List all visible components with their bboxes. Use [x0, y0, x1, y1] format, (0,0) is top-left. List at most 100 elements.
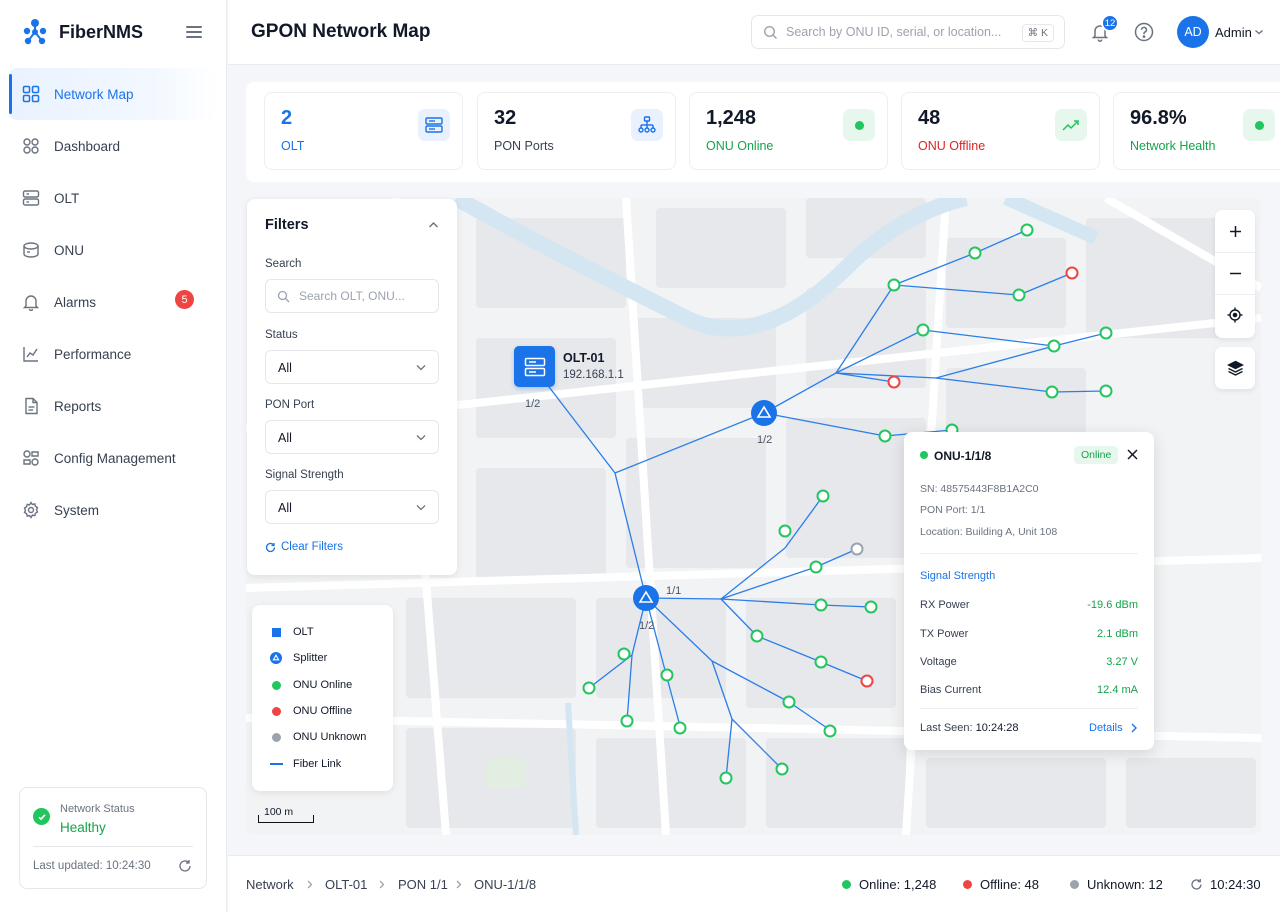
refresh-icon — [1191, 879, 1202, 890]
sidebar-item-performance[interactable]: Performance — [9, 328, 217, 380]
offline-dot-icon — [963, 880, 972, 889]
sidebar-item-system[interactable]: System — [9, 484, 217, 536]
stat-value: 1,248 — [706, 107, 757, 129]
refresh-icon[interactable] — [178, 859, 192, 873]
unknown-count-text: Unknown: 12 — [1087, 877, 1163, 892]
avatar[interactable]: AD — [1177, 16, 1209, 48]
sidebar-item-onu[interactable]: ONU — [9, 224, 217, 276]
gear-icon — [21, 500, 41, 520]
sidebar-item-label: Network Map — [54, 86, 134, 102]
chevron-down-icon — [416, 435, 426, 441]
sidebar-item-label: Config Management — [54, 450, 176, 466]
onu-detail-popup: ONU-1/1/8 Online SN: 48575443F8B1A2C0 PO… — [904, 432, 1154, 750]
search-icon — [277, 290, 290, 303]
status-dot-icon — [1243, 109, 1275, 141]
stat-card-onu-online[interactable]: 1,248 ONU Online — [689, 92, 888, 170]
network-status-value: Healthy — [60, 820, 106, 835]
stat-card-olt[interactable]: 2 OLT — [264, 92, 463, 170]
sidebar-item-dashboard[interactable]: Dashboard — [9, 120, 217, 172]
stat-label: ONU Offline — [918, 139, 986, 153]
minus-icon — [1229, 272, 1241, 274]
chevron-down-icon — [416, 365, 426, 371]
signal-strength-select[interactable]: All — [265, 490, 439, 524]
menu-toggle-icon[interactable] — [186, 26, 202, 38]
tx-power-label: TX Power — [920, 628, 969, 640]
olt-marker[interactable] — [514, 346, 555, 387]
sidebar-item-reports[interactable]: Reports — [9, 380, 217, 432]
unknown-dot-icon — [1070, 880, 1079, 889]
global-search[interactable]: ⌘ K — [751, 15, 1065, 49]
stat-card-pon-ports[interactable]: 32 PON Ports — [477, 92, 676, 170]
sidebar-nav: Network Map Dashboard OLT ONU Alarms 5 P… — [9, 68, 217, 536]
legend-item-onu-unknown: ONU Unknown — [269, 729, 366, 745]
last-updated: Last updated: 10:24:30 — [33, 860, 151, 872]
chevron-right-icon — [456, 880, 462, 889]
sidebar-item-label: Performance — [54, 346, 132, 362]
sidebar: FiberNMS Network Map Dashboard OLT ONU A… — [0, 0, 227, 912]
filter-search-field[interactable] — [265, 279, 439, 313]
refresh-time-text: 10:24:30 — [1210, 877, 1261, 892]
status-select[interactable]: All — [265, 350, 439, 384]
brand[interactable]: FiberNMS — [22, 18, 143, 46]
divider — [920, 553, 1138, 554]
stat-card-network-health[interactable]: 96.8% Network Health — [1113, 92, 1280, 170]
footer-online-count: Online: 1,248 — [842, 877, 936, 892]
sidebar-item-olt[interactable]: OLT — [9, 172, 217, 224]
bias-current-label: Bias Current — [920, 684, 982, 696]
config-icon — [21, 448, 41, 468]
filter-search-input[interactable] — [299, 280, 435, 312]
user-name[interactable]: Admin — [1215, 25, 1252, 40]
page-title: GPON Network Map — [251, 21, 431, 42]
clear-filters-button[interactable]: Clear Filters — [265, 541, 343, 553]
legend-label: ONU Offline — [293, 705, 353, 717]
sidebar-item-label: Reports — [54, 398, 102, 414]
stats-row: 2 OLT 32 PON Ports 1,248 ONU Online 48 O… — [246, 82, 1280, 182]
stat-label: ONU Online — [706, 139, 774, 153]
legend-item-olt: OLT — [269, 624, 314, 640]
layers-button[interactable] — [1215, 347, 1255, 389]
fiber-link — [545, 382, 616, 474]
details-link[interactable]: Details — [1089, 722, 1137, 734]
offline-dot-icon — [269, 704, 283, 718]
server-icon — [418, 109, 450, 141]
top-header: GPON Network Map ⌘ K 12 AD Admin — [228, 0, 1280, 65]
map-controls — [1215, 210, 1255, 338]
sidebar-item-alarms[interactable]: Alarms 5 — [9, 276, 217, 328]
breadcrumb-olt[interactable]: OLT-01 — [325, 877, 367, 892]
olt-port-label: 1/2 — [525, 398, 541, 410]
breadcrumb-pon[interactable]: PON 1/1 — [398, 877, 448, 892]
fiber-link — [614, 472, 647, 599]
network-map-icon — [21, 84, 41, 104]
onu-pon-port: PON Port: 1/1 — [920, 504, 986, 516]
search-input[interactable] — [786, 16, 1022, 48]
sidebar-item-config-management[interactable]: Config Management — [9, 432, 217, 484]
legend-label: Fiber Link — [293, 758, 342, 770]
last-seen-label: Last Seen: — [920, 722, 973, 734]
offline-count-text: Offline: 48 — [980, 877, 1040, 892]
sidebar-item-label: ONU — [54, 242, 84, 258]
status-select-value: All — [278, 361, 292, 375]
chevron-down-icon[interactable] — [1254, 28, 1264, 36]
breadcrumb-network[interactable]: Network — [246, 877, 294, 892]
footer-unknown-count: Unknown: 12 — [1070, 877, 1163, 892]
alarms-badge: 5 — [175, 290, 194, 309]
stat-label: OLT — [281, 139, 305, 153]
tx-power-value: 2.1 dBm — [1097, 628, 1138, 640]
sidebar-item-network-map[interactable]: Network Map — [9, 68, 217, 120]
onu-location: Location: Building A, Unit 108 — [920, 526, 1058, 538]
legend-label: OLT — [293, 626, 314, 638]
chevron-up-icon[interactable] — [428, 221, 439, 229]
check-icon — [33, 808, 50, 825]
zoom-in-button[interactable] — [1215, 210, 1255, 252]
stat-card-onu-offline[interactable]: 48 ONU Offline — [901, 92, 1100, 170]
online-dot-icon — [842, 880, 851, 889]
stat-label: Network Health — [1130, 139, 1216, 153]
pon-port-select[interactable]: All — [265, 420, 439, 454]
voltage-value: 3.27 V — [1106, 656, 1138, 668]
legend-item-fiber-link: Fiber Link — [269, 756, 341, 772]
locate-button[interactable] — [1215, 294, 1255, 336]
footer-refresh-time[interactable]: 10:24:30 — [1190, 877, 1261, 892]
close-icon[interactable] — [1127, 449, 1138, 460]
help-icon[interactable] — [1134, 22, 1154, 42]
zoom-out-button[interactable] — [1215, 252, 1255, 294]
